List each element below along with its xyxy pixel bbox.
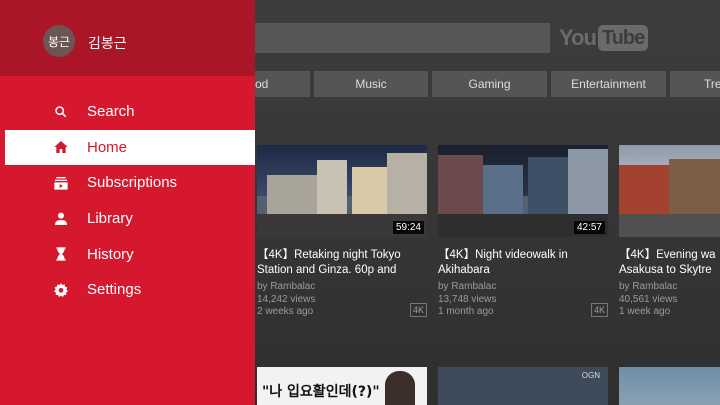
quality-badge: 4K [590,303,608,317]
chip-trending[interactable]: Tre [670,71,720,97]
youtube-logo: You Tube [559,24,649,52]
menu-item-history[interactable]: History [5,236,255,272]
menu-item-subscriptions[interactable]: Subscriptions [5,165,255,201]
history-icon [56,247,66,261]
video-card[interactable]: 【4K】Evening wa Asakusa to Skytre by Ramb… [619,145,720,319]
video-thumbnail[interactable] [619,367,720,405]
video-duration: 59:24 [392,221,424,234]
menu-item-label: Home [87,138,128,156]
chip-music[interactable]: Music [314,71,428,97]
home-icon [54,141,68,154]
menu-item-label: Library [87,210,133,228]
video-thumbnail[interactable]: 59:24 [257,145,427,237]
chip-partial[interactable]: od [255,71,310,97]
menu-item-library[interactable]: Library [5,201,255,237]
video-views: 14,242 views [257,293,316,305]
settings-icon [54,282,68,297]
menu-item-label: History [87,245,134,263]
navigation-drawer: 봉근 김봉근 Search Home Subscriptions Library… [0,0,255,405]
subscriptions-icon [54,176,68,190]
chip-entertainment[interactable]: Entertainment [551,71,666,97]
video-card[interactable]: 59:24 【4K】Retaking night Tokyo Station a… [257,145,427,319]
video-card[interactable]: 42:57 【4K】Night videowalk in Akihabara b… [438,145,608,319]
video-age: 1 week ago [619,306,671,317]
video-age: 1 month ago [438,306,494,317]
video-title: 【4K】Night videowalk in Akihabara [438,249,568,276]
video-thumbnail[interactable] [619,145,720,237]
menu-item-settings[interactable]: Settings [5,272,255,308]
menu-item-label: Subscriptions [87,174,178,192]
user-name: 김봉근 [88,35,127,51]
video-thumbnail[interactable]: OGN [438,367,608,405]
account-header[interactable]: 봉근 김봉근 [0,0,255,76]
search-icon [55,106,67,118]
menu-item-label: Search [87,103,135,121]
library-icon [55,212,67,225]
video-age: 2 weeks ago [257,306,314,317]
video-thumbnail[interactable]: "나 입요활인데(?)" [257,367,427,405]
video-title: 【4K】Evening wa Asakusa to Skytre [619,249,716,276]
quality-badge: 4K [409,303,427,317]
video-views: 40,561 views [619,293,678,305]
video-thumbnail[interactable]: 42:57 [438,145,608,237]
video-channel: by Rambalac [438,281,497,292]
avatar[interactable]: 봉근 [43,25,75,57]
video-channel: by Rambalac [619,281,678,292]
drawer-menu: Search Home Subscriptions Library Histor… [5,94,255,308]
video-title: 【4K】Retaking night Tokyo Station and Gin… [257,249,401,276]
video-channel: by Rambalac [257,281,316,292]
menu-item-search[interactable]: Search [5,94,255,130]
chip-gaming[interactable]: Gaming [432,71,547,97]
menu-item-home[interactable]: Home [5,129,255,166]
video-views: 13,748 views [438,293,497,305]
video-duration: 42:57 [573,221,605,234]
menu-item-label: Settings [87,281,142,299]
search-bar[interactable] [250,23,550,53]
